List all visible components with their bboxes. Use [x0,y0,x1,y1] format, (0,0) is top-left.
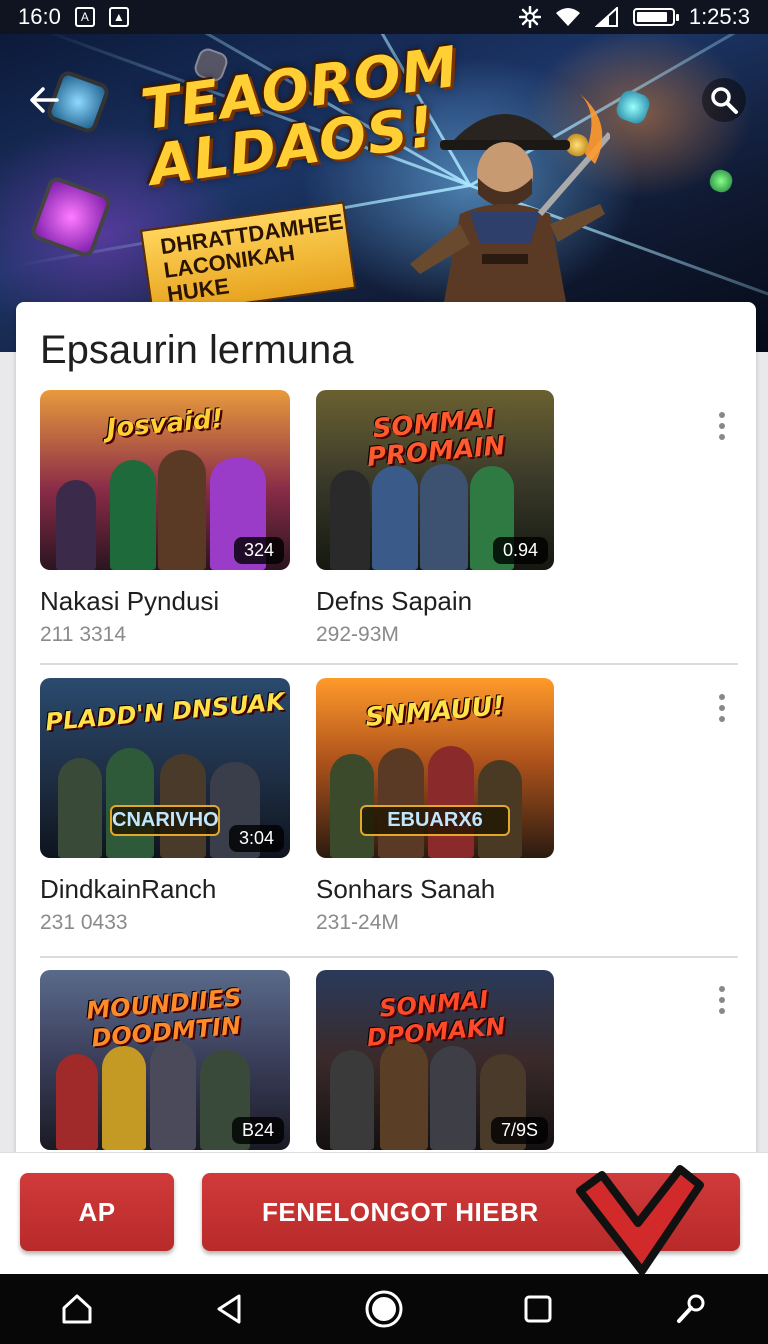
game-thumbnail[interactable]: PLADD'N DNSUAK CNARIVHO 3:04 [40,678,290,858]
game-card-2[interactable]: SOMMAI PROMAIN 0.94 Defns Sapain 292-93M [316,390,554,647]
battery-icon [632,8,679,26]
nav-home-button[interactable] [47,1279,107,1339]
status-bar: 16:0 A ▲ 1:25:3 [0,0,768,34]
circle-home-icon [365,1290,403,1328]
row-divider [40,663,738,665]
thumb-title: Josvaid! [105,403,225,445]
wifi-icon [555,7,581,27]
game-meta: 292-93M [316,623,399,646]
ap-button[interactable]: AP [20,1173,174,1251]
search-icon [711,87,738,114]
game-name: DindkainRanch [40,874,217,904]
thumb-badge: 0.94 [492,537,548,564]
nav-back-button[interactable] [200,1279,260,1339]
more-vert-icon [719,986,725,992]
status-time-left: 16:0 [18,4,61,29]
thumb-title: PLADD'N DNSUAK [44,687,286,737]
arrow-left-icon [30,87,59,113]
more-vert-icon [719,412,725,418]
settings-sun-icon [518,6,541,28]
game-name: Nakasi Pyndusi [40,586,220,616]
green-gem-icon [706,166,736,196]
thumb-title: SONMAI DPOMAKN [365,985,507,1052]
thumb-badge: B24 [231,1117,284,1144]
home-icon [62,1294,92,1324]
back-button[interactable] [22,78,66,122]
game-meta: 231 0433 [40,911,128,934]
thumb-title: MOUNDIIES DOODMTIN [85,983,243,1053]
signal-icon [594,7,619,27]
thumb-subtitle: CNARIVHO [110,805,220,836]
nav-center-button[interactable] [354,1279,414,1339]
more-options-button[interactable] [712,982,732,1018]
row-divider [40,956,738,958]
game-card-5[interactable]: MOUNDIIES DOODMTIN B24 [40,970,290,1150]
hero-ribbon: DHRATTDAMHEE LACONIKAH HUKE [140,201,357,318]
game-name: Defns Sapain [316,586,473,616]
image-notification-icon: ▲ [108,7,129,27]
nav-recents-button[interactable] [508,1279,568,1339]
games-card: Epsaurin lermuna Josvaid! 324 Nakasi Pyn… [16,302,756,1182]
action-bar: AP FENELONGOT HIEBR [0,1152,768,1275]
thumb-title: SOMMAI PROMAIN [365,403,507,473]
game-card-1[interactable]: Josvaid! 324 Nakasi Pyndusi 211 3314 [40,390,290,647]
game-name: Sonhars Sanah [316,874,496,904]
game-thumbnail[interactable]: MOUNDIIES DOODMTIN B24 [40,970,290,1150]
game-card-3[interactable]: PLADD'N DNSUAK CNARIVHO 3:04 DindkainRan… [40,678,290,935]
app-notification-icon: A [74,7,95,27]
thumb-title: SNMAUU! [364,690,506,734]
thumb-badge: 7/9S [490,1117,548,1144]
game-meta: 231-24M [316,911,399,934]
game-card-4[interactable]: SNMAUU! EBUARX6 Sonhars Sanah 231-24M [316,678,554,935]
thumb-badge: 3:04 [228,825,284,852]
status-right: 1:25:3 [518,4,750,30]
checkmark-icon [576,1165,704,1275]
recents-square-icon [524,1295,552,1323]
back-triangle-icon [217,1294,241,1324]
game-meta: 211 3314 [40,623,127,646]
more-vert-icon [719,694,725,700]
game-thumbnail[interactable]: SNMAUU! EBUARX6 [316,678,554,858]
game-thumbnail[interactable]: SOMMAI PROMAIN 0.94 [316,390,554,570]
thumb-subtitle: EBUARX6 [360,805,510,836]
more-options-button[interactable] [712,408,732,444]
system-nav-bar [0,1274,768,1344]
game-thumbnail[interactable]: Josvaid! 324 [40,390,290,570]
game-thumbnail[interactable]: SONMAI DPOMAKN 7/9S [316,970,554,1150]
search-button[interactable] [702,78,746,122]
more-options-button[interactable] [712,690,732,726]
status-left: 16:0 A ▲ [18,4,129,30]
purple-gem-icon [28,174,114,260]
nav-tool-button[interactable] [661,1279,721,1339]
section-title: Epsaurin lermuna [40,328,354,372]
cyan-gem-icon [613,87,653,127]
thumb-badge: 324 [233,537,284,564]
wrench-icon [677,1294,705,1323]
status-time-right: 1:25:3 [688,4,750,29]
battery-fill [636,12,668,22]
game-card-6[interactable]: SONMAI DPOMAKN 7/9S [316,970,554,1150]
